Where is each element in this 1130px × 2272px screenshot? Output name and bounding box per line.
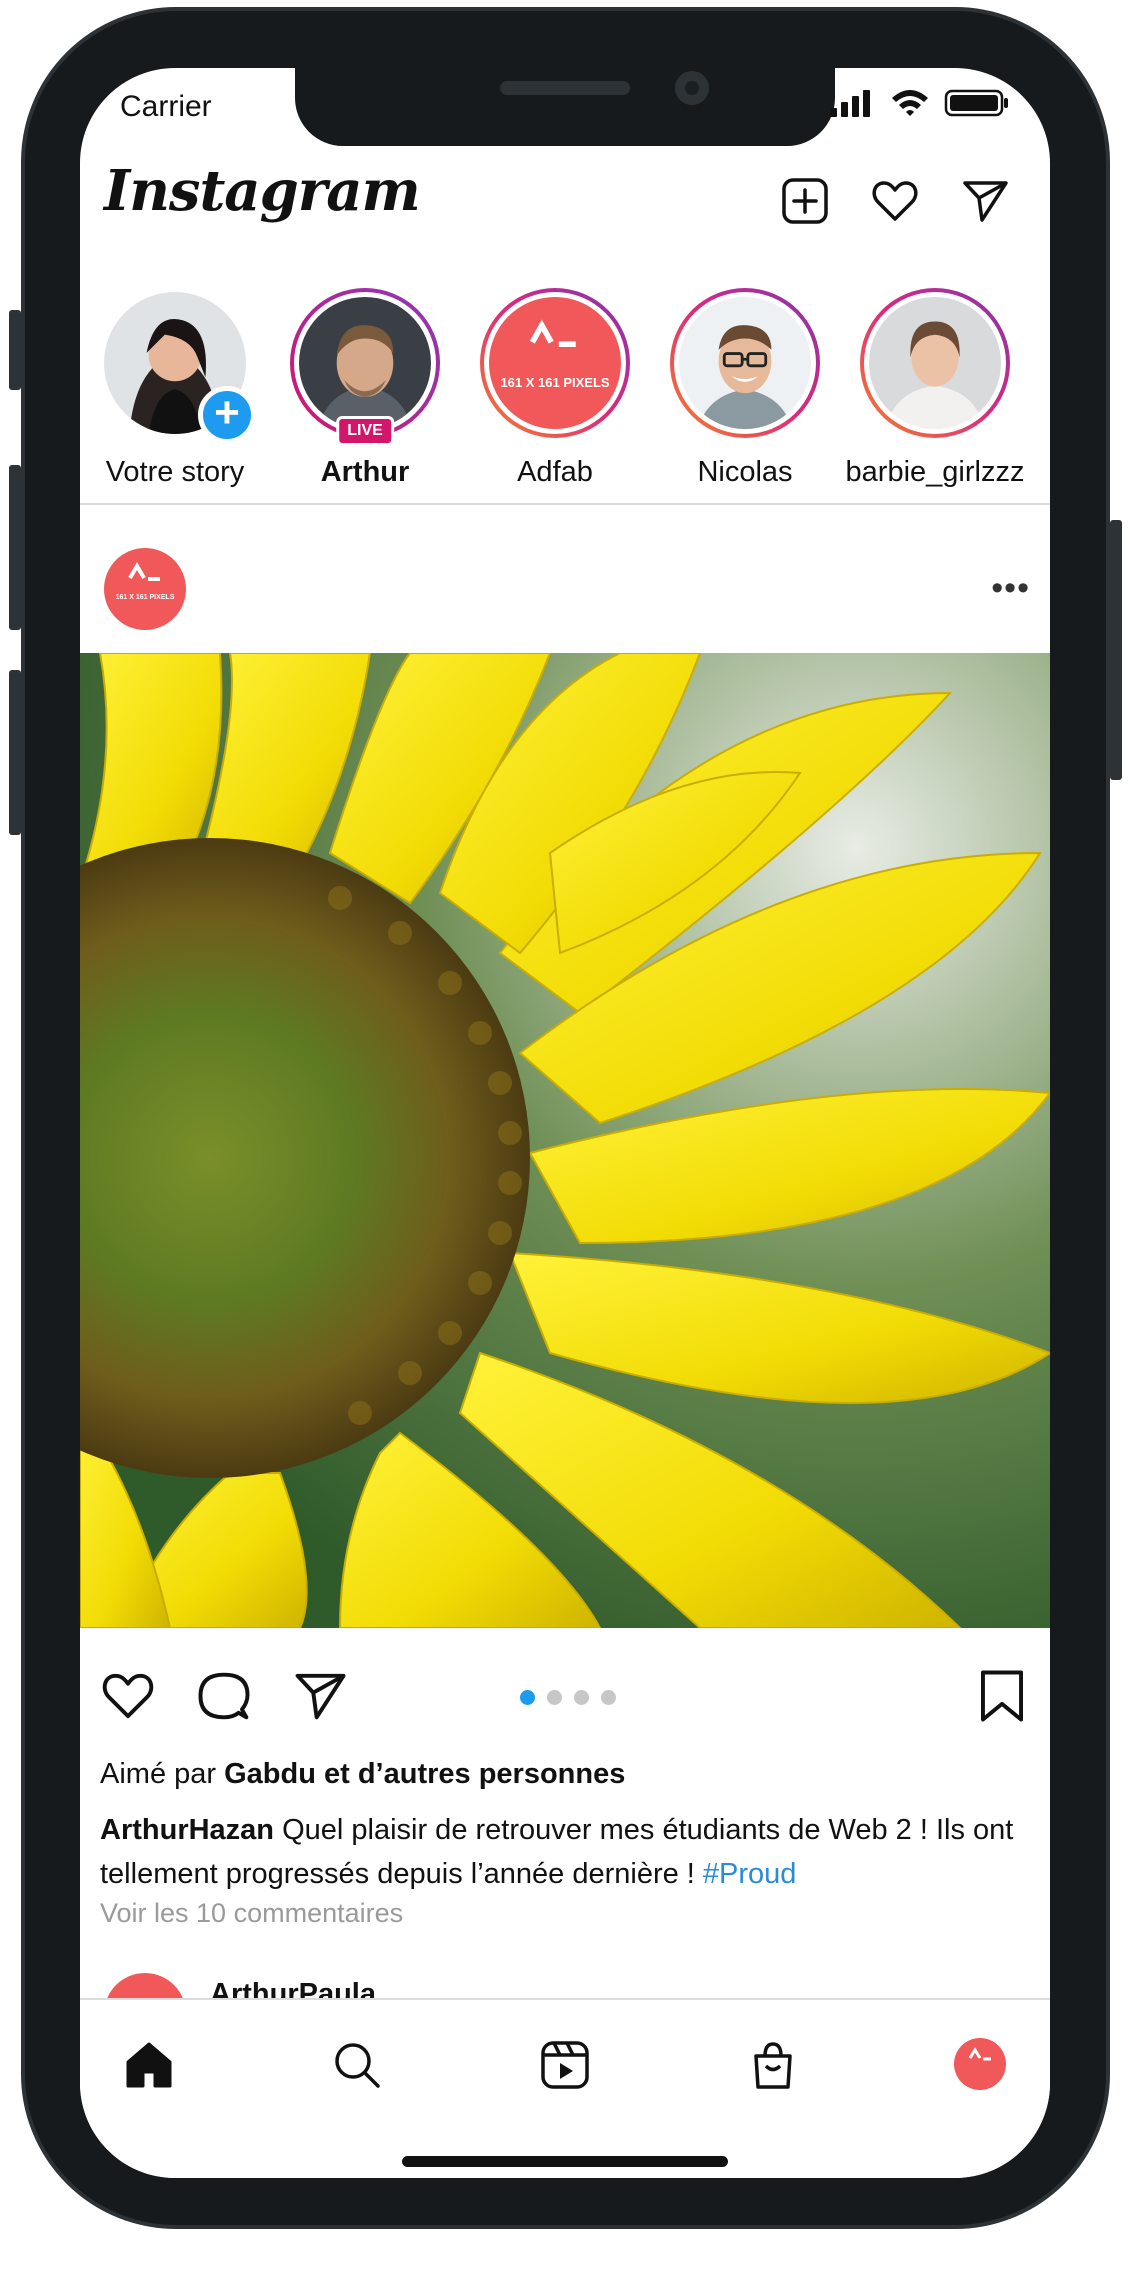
silent-switch [9, 310, 21, 390]
send-icon[interactable] [960, 176, 1010, 226]
caption-hashtag[interactable]: #Proud [703, 1858, 797, 1890]
liked-by: Gabdu et d’autres personnes [224, 1758, 626, 1790]
avatar [679, 297, 811, 429]
carousel-indicator [520, 1690, 616, 1705]
live-badge: LIVE [336, 416, 394, 446]
comment-icon[interactable] [196, 1668, 252, 1724]
heart-icon[interactable] [870, 176, 920, 226]
add-story-icon[interactable]: + [198, 386, 256, 444]
caption-author[interactable]: ArthurHazan [100, 1814, 274, 1846]
avatar [869, 297, 1001, 429]
bottom-tab-bar [80, 1998, 1050, 2178]
story-ring: LIVE [290, 288, 440, 446]
view-comments-link[interactable]: Voir les 10 commentaires [100, 1898, 403, 1929]
story-ring: 161 X 161 PIXELS [480, 288, 630, 438]
wifi-icon [892, 90, 928, 116]
post-image[interactable] [80, 653, 1050, 1628]
home-indicator[interactable] [402, 2156, 728, 2167]
search-icon[interactable] [332, 2040, 382, 2090]
header-actions [780, 176, 1010, 226]
volume-up-button [9, 465, 21, 630]
share-send-icon[interactable] [292, 1668, 348, 1724]
home-icon[interactable] [124, 2040, 174, 2090]
notch [295, 68, 835, 146]
likes-prefix: Aimé par [100, 1758, 225, 1790]
power-button [1110, 520, 1122, 780]
story-ring: + [100, 288, 256, 444]
story-ring [670, 288, 820, 438]
stories-tray: + Votre story LIVE Arthur 161 X 161 PIXE… [80, 288, 1050, 508]
story-label: Votre story [105, 456, 245, 488]
instagram-logo[interactable]: Instagram [104, 158, 421, 224]
story-label: Arthur [320, 456, 410, 488]
carousel-dot [601, 1690, 616, 1705]
carrier-label: Carrier [120, 90, 212, 123]
bookmark-icon[interactable] [976, 1668, 1028, 1724]
status-icons [828, 88, 1010, 118]
like-heart-icon[interactable] [100, 1668, 156, 1724]
post-caption: ArthurHazan Quel plaisir de retrouver me… [100, 1808, 1030, 1896]
post-actions [80, 1668, 1050, 1738]
story-arthur[interactable]: LIVE Arthur [270, 288, 460, 489]
post-author-avatar[interactable]: 161 X 161 PIXELS [104, 548, 186, 630]
carousel-dot [574, 1690, 589, 1705]
avatar-placeholder-text: 161 X 161 PIXELS [115, 594, 175, 601]
story-label: Nicolas [697, 456, 793, 488]
volume-down-button [9, 670, 21, 835]
avatar-placeholder-text: 161 X 161 PIXELS [500, 375, 610, 390]
signal-icon [830, 90, 870, 117]
new-post-icon[interactable] [780, 176, 830, 226]
story-label: Adfab [517, 456, 593, 488]
reels-icon[interactable] [540, 2040, 590, 2090]
shop-icon[interactable] [748, 2040, 798, 2090]
carousel-dot [547, 1690, 562, 1705]
battery-icon [944, 89, 1008, 117]
profile-tab-avatar[interactable] [954, 2038, 1006, 2090]
screen: Carrier Instagram + Votre story LIVE Art… [80, 68, 1050, 2178]
post-header: 161 X 161 PIXELS ••• [80, 548, 1050, 648]
divider [80, 503, 1050, 505]
story-barbie-girlzzz[interactable]: barbie_girlzzz [840, 288, 1030, 489]
story-own[interactable]: + Votre story [80, 288, 270, 489]
story-label: barbie_girlzzz [845, 456, 1025, 488]
front-camera [675, 71, 709, 105]
story-adfab[interactable]: 161 X 161 PIXELS Adfab [460, 288, 650, 489]
carousel-dot [520, 1690, 535, 1705]
avatar [299, 297, 431, 429]
story-ring [860, 288, 1010, 438]
more-options-icon[interactable]: ••• [991, 571, 1030, 605]
likes-summary[interactable]: Aimé par Gabdu et d’autres personnes [100, 1758, 625, 1791]
speaker [500, 81, 630, 95]
story-nicolas[interactable]: Nicolas [650, 288, 840, 489]
adfab-logo-avatar: 161 X 161 PIXELS [489, 297, 621, 429]
